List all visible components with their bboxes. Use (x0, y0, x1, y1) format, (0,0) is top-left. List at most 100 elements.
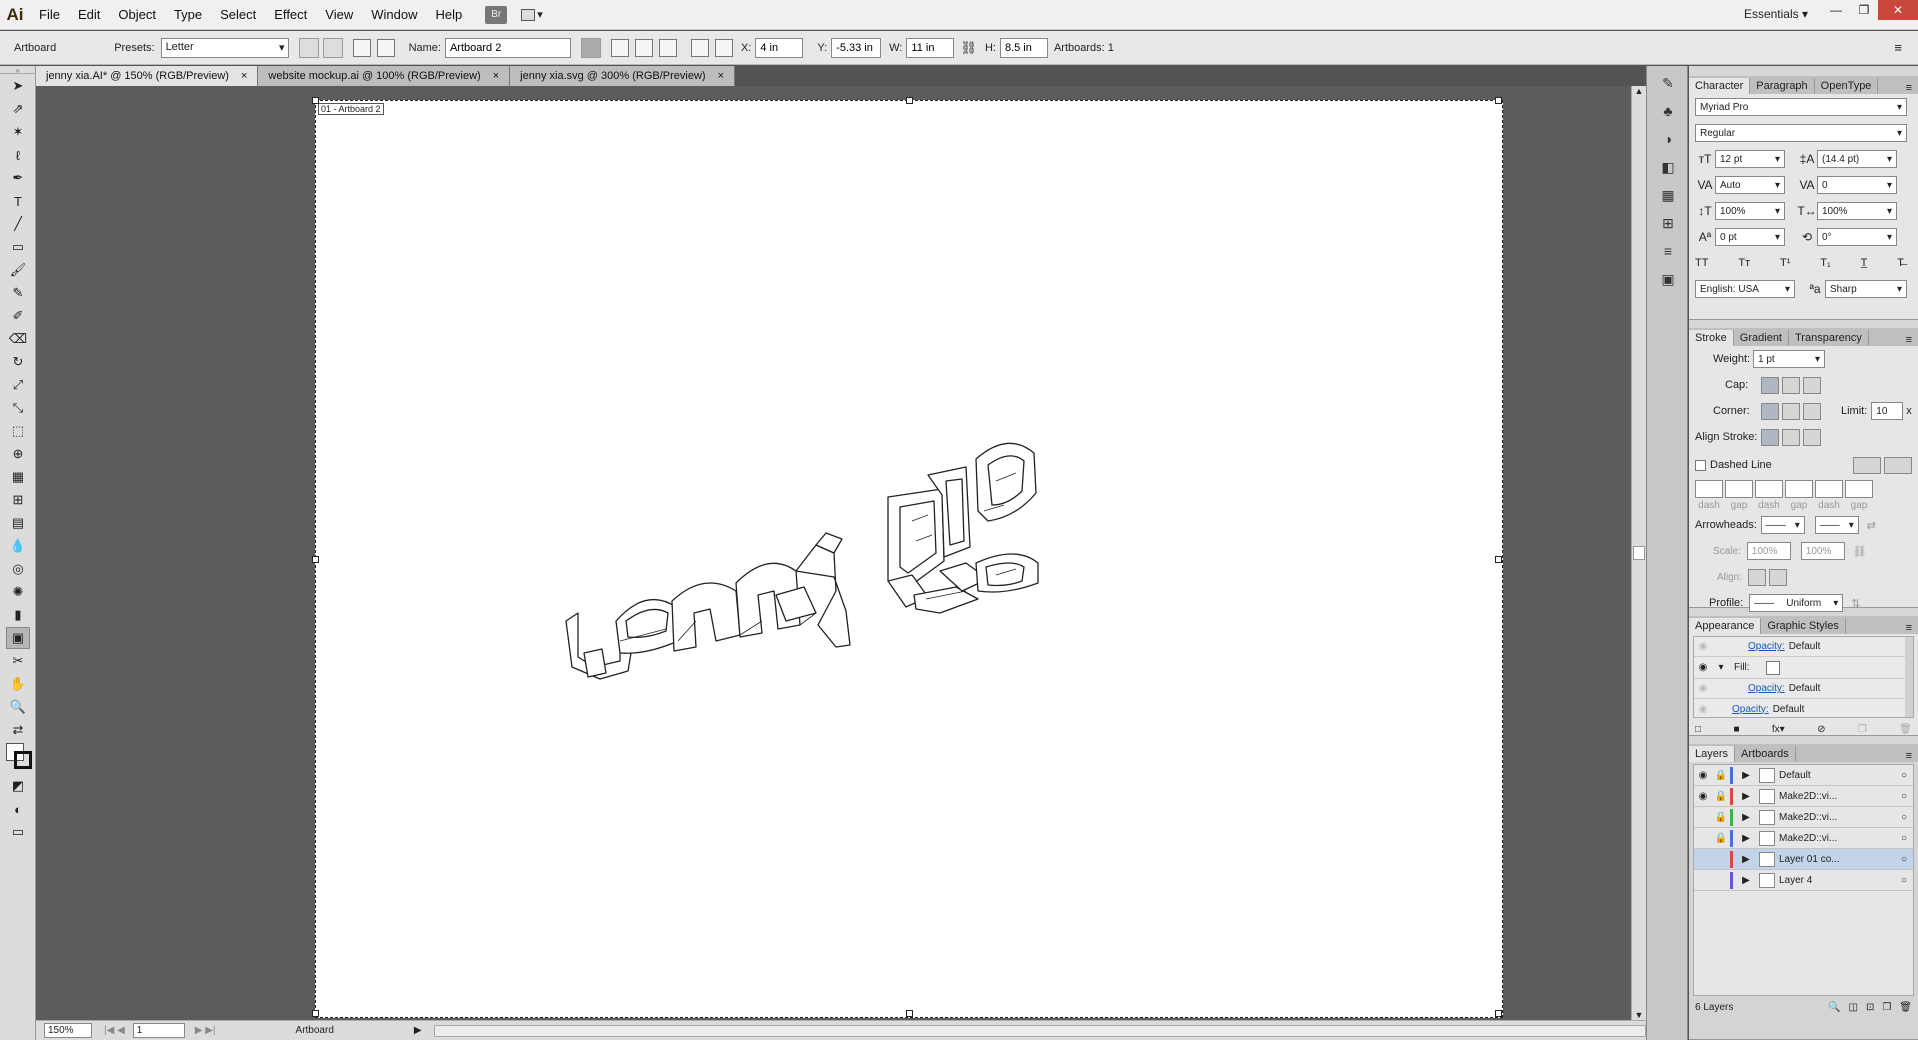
link-scale-icon[interactable]: ⛓ (1853, 545, 1867, 558)
visibility-eye-icon[interactable]: ◉ (1694, 683, 1712, 694)
jenny-xia-3d-artwork[interactable] (316, 101, 1504, 1019)
tab-opentype[interactable]: OpenType (1814, 78, 1879, 94)
slice-tool-icon[interactable]: ✂ (6, 650, 30, 672)
visibility-eye-icon[interactable]: ◉ (1694, 662, 1712, 673)
font-style-select[interactable]: Regular ▾ (1695, 124, 1907, 142)
pathfinder-icon[interactable]: ≡ (1656, 240, 1680, 262)
add-fill-icon[interactable]: ■ (1733, 724, 1739, 735)
pencil-tool-icon[interactable]: ✎ (6, 282, 30, 304)
width-field[interactable] (906, 37, 955, 58)
move-copy-artwork-icon[interactable] (580, 37, 601, 58)
lock-icon[interactable]: 🔒 (1712, 833, 1730, 844)
dash-align-button[interactable] (1884, 456, 1912, 474)
canvas-area[interactable]: 01 - Artboard 2 (36, 86, 1646, 1020)
panel-menu-icon[interactable]: ≡ (1900, 750, 1918, 762)
stroke-weight-field[interactable]: 1 pt ▾ (1753, 350, 1825, 368)
tab-gradient[interactable]: Gradient (1733, 330, 1789, 346)
mesh-tool-icon[interactable]: ⊞ (6, 489, 30, 511)
visibility-eye-icon[interactable]: ◉ (1694, 641, 1712, 652)
gap-field[interactable] (1725, 480, 1753, 498)
duplicate-item-icon[interactable]: ❐ (1858, 724, 1867, 735)
artboard[interactable]: 01 - Artboard 2 (312, 97, 1504, 1019)
tab-appearance[interactable]: Appearance (1689, 618, 1762, 634)
appearance-opacity-row[interactable]: ◉ Opacity: Default (1694, 637, 1913, 657)
eraser-tool-icon[interactable]: ⌫ (6, 328, 30, 350)
dash-field[interactable] (1815, 480, 1843, 498)
tab-paragraph[interactable]: Paragraph (1750, 78, 1815, 94)
layer-row-make2d[interactable]: 🔒 ▶ Make2D::vi... ○ (1694, 828, 1913, 849)
fill-stroke-swatches[interactable] (4, 743, 32, 773)
character-rotation-field[interactable]: 0° ▾ (1817, 228, 1897, 246)
swap-arrowheads-icon[interactable]: ⇄ (1867, 519, 1876, 532)
reference-point-icon[interactable] (714, 38, 733, 57)
artboard-tool-icon[interactable]: ▣ (6, 627, 30, 649)
show-cross-hairs-icon[interactable] (634, 38, 653, 57)
align-inside-button[interactable] (1782, 428, 1801, 446)
visibility-eye-icon[interactable]: ◉ (1694, 791, 1712, 802)
underline-icon[interactable]: T̲ (1861, 257, 1868, 269)
column-graph-tool-icon[interactable]: ▮ (6, 604, 30, 626)
bevel-join-button[interactable] (1803, 402, 1821, 420)
anti-aliasing-select[interactable]: Sharp ▾ (1825, 280, 1907, 298)
symbol-sprayer-tool-icon[interactable]: ✺ (6, 581, 30, 603)
layer-name[interactable]: Make2D::vi... (1779, 791, 1895, 802)
target-circle-icon[interactable]: ○ (1895, 812, 1913, 823)
menu-type[interactable]: Type (165, 0, 211, 30)
vertical-scrollbar[interactable]: ▲ ▼ (1631, 86, 1646, 1020)
landscape-icon[interactable] (322, 37, 343, 58)
opacity-link[interactable]: Opacity: (1732, 704, 1769, 715)
close-tab-icon[interactable]: × (718, 70, 724, 82)
round-cap-button[interactable] (1782, 376, 1800, 394)
layer-row-layer-01[interactable]: ▶ Layer 01 co... ○ (1694, 849, 1913, 870)
gap-field[interactable] (1845, 480, 1873, 498)
height-field[interactable] (999, 37, 1048, 58)
tab-stroke[interactable]: Stroke (1689, 330, 1734, 346)
fx-icon[interactable]: fx▾ (1772, 724, 1785, 735)
y-field[interactable] (831, 37, 882, 58)
round-join-button[interactable] (1782, 402, 1800, 420)
target-circle-icon[interactable]: ○ (1895, 854, 1913, 865)
swatches-icon[interactable]: ◧ (1656, 156, 1680, 178)
dashed-line-checkbox[interactable] (1695, 459, 1706, 471)
blend-tool-icon[interactable]: ◎ (6, 558, 30, 580)
leading-field[interactable]: (14.4 pt) ▾ (1817, 150, 1897, 168)
first-artboard-icon[interactable]: |◀ ◀ (104, 1025, 125, 1036)
kerning-field[interactable]: Auto ▾ (1715, 176, 1785, 194)
appearance-fill-row[interactable]: ◉ ▾ Fill: (1694, 657, 1913, 679)
baseline-shift-field[interactable]: 0 pt ▾ (1715, 228, 1785, 246)
dash-field[interactable] (1755, 480, 1783, 498)
menu-object[interactable]: Object (109, 0, 165, 30)
shape-builder-tool-icon[interactable]: ⊕ (6, 443, 30, 465)
horizontal-scale-field[interactable]: 100% ▾ (1817, 202, 1897, 220)
profile-select[interactable]: —— Uniform ▾ (1749, 594, 1844, 612)
butt-cap-button[interactable] (1761, 376, 1779, 394)
close-tab-icon[interactable]: × (241, 70, 247, 82)
expand-triangle-icon[interactable]: ▶ (1737, 791, 1755, 802)
show-video-safe-icon[interactable] (658, 38, 677, 57)
layer-row-default[interactable]: ◉ 🔒 ▶ Default ○ (1694, 765, 1913, 786)
bridge-button[interactable]: Br (485, 5, 508, 24)
align-center-button[interactable] (1761, 428, 1780, 446)
dash-field[interactable] (1695, 480, 1723, 498)
lock-icon[interactable]: 🔒 (1712, 812, 1730, 823)
layer-row-make2d[interactable]: ◉ 🔒 ▶ Make2D::vi... ○ (1694, 786, 1913, 807)
new-sublayer-icon[interactable]: ⊡ (1866, 1002, 1874, 1013)
close-icon[interactable]: ✕ (1878, 0, 1918, 20)
menu-view[interactable]: View (316, 0, 362, 30)
menu-edit[interactable]: Edit (69, 0, 109, 30)
transform-icon[interactable]: ▦ (1656, 184, 1680, 206)
font-size-field[interactable]: 12 pt ▾ (1715, 150, 1785, 168)
expand-triangle-icon[interactable]: ▶ (1737, 770, 1755, 781)
visibility-eye-icon[interactable]: ◉ (1694, 704, 1712, 715)
add-stroke-icon[interactable]: □ (1695, 724, 1701, 735)
dash-preserve-button[interactable] (1853, 456, 1881, 474)
panel-menu-icon[interactable]: ≡ (1900, 334, 1918, 346)
restore-icon[interactable]: ❐ (1850, 0, 1878, 20)
scale-tool-icon[interactable]: ⤢ (6, 374, 30, 396)
x-field[interactable] (755, 37, 804, 58)
delete-layer-icon[interactable]: 🗑 (1899, 1002, 1912, 1013)
zoom-tool-icon[interactable]: 🔍 (6, 696, 30, 718)
magic-wand-tool-icon[interactable]: ✶ (6, 121, 30, 143)
horizontal-scrollbar[interactable] (433, 1024, 1646, 1037)
scroll-thumb[interactable] (1633, 546, 1645, 560)
